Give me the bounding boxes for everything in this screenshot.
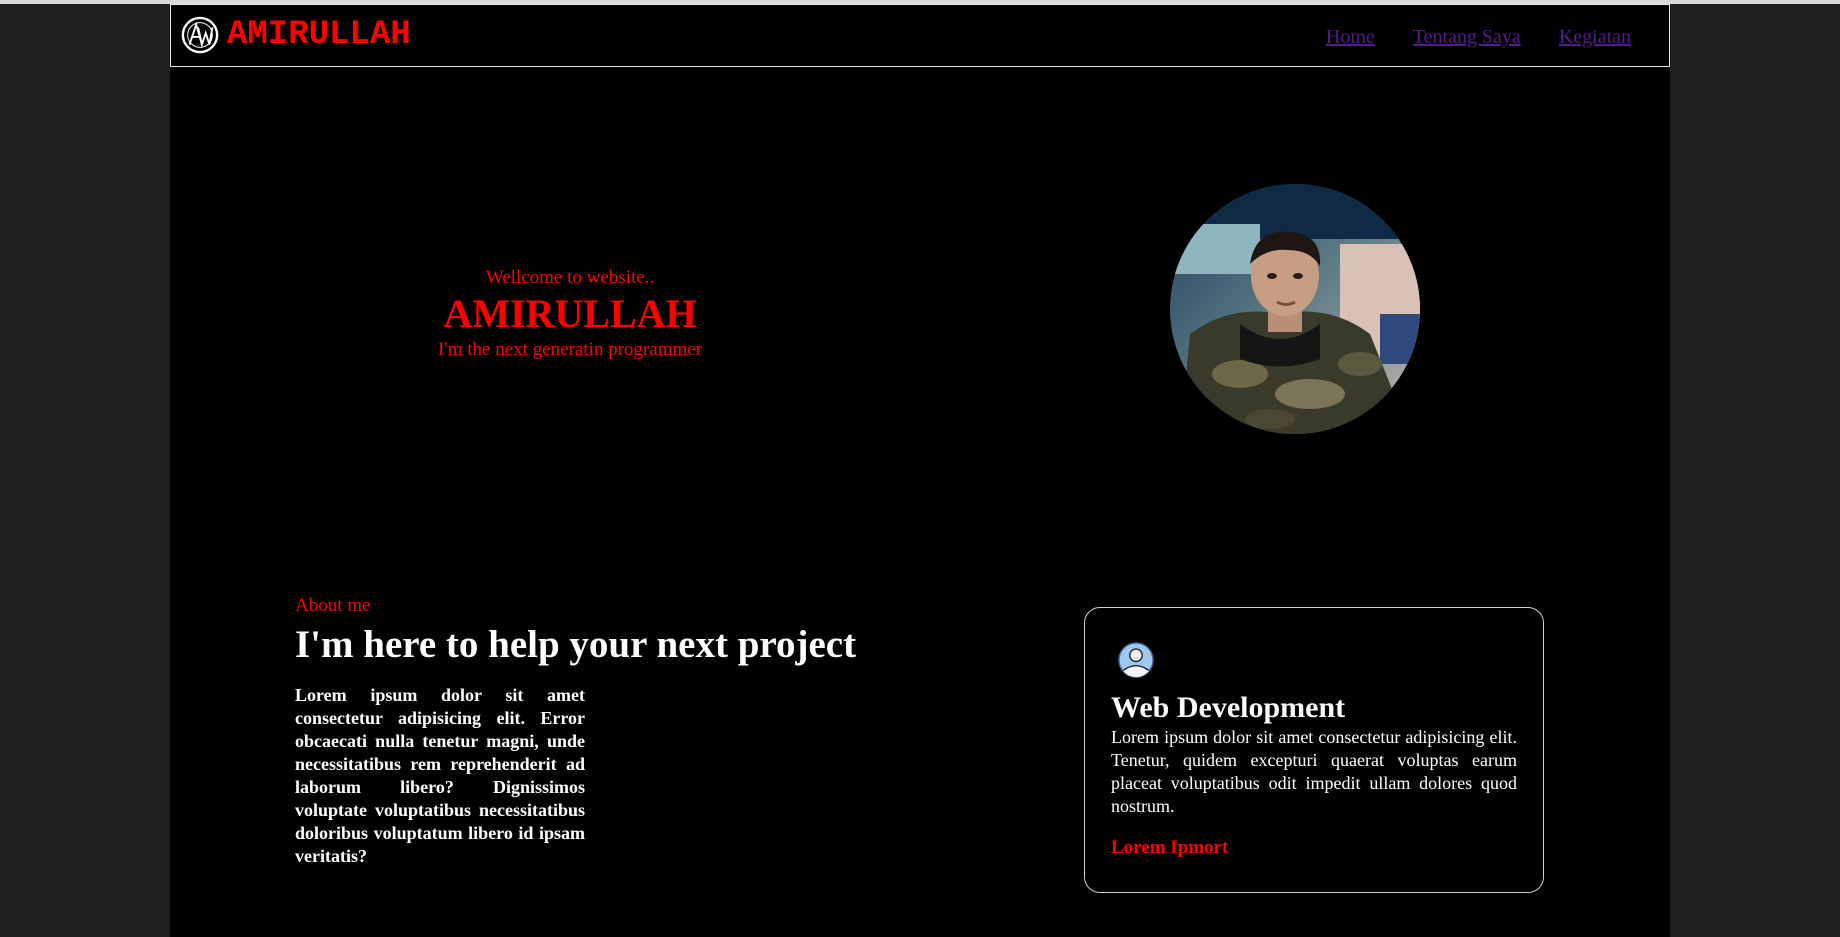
nav-link-tentang-saya[interactable]: Tentang Saya xyxy=(1413,25,1521,49)
service-card: Web Development Lorem ipsum dolor sit am… xyxy=(1084,607,1544,893)
nav-link-home[interactable]: Home xyxy=(1326,25,1375,49)
service-description: Lorem ipsum dolor sit amet consectetur a… xyxy=(1111,727,1517,816)
hero-name: AMIRULLAH xyxy=(443,291,697,336)
nav-link-kegiatan[interactable]: Kegiatan xyxy=(1559,25,1631,49)
brand-name: AMIRULLAH xyxy=(227,16,411,54)
user-icon xyxy=(1118,642,1154,678)
page: AMIRULLAH Home Tentang Saya Kegiatan Wel… xyxy=(170,4,1670,937)
nav-links: Home Tentang Saya Kegiatan xyxy=(1326,25,1631,49)
about-kicker: About me xyxy=(295,595,371,616)
hero-welcome: Wellcome to website.. xyxy=(485,267,655,288)
aw-monogram-icon xyxy=(181,16,219,54)
about-description: Lorem ipsum dolor sit amet consectetur a… xyxy=(295,685,585,866)
hero-text: Wellcome to website.. AMIRULLAH I'm the … xyxy=(410,266,730,362)
service-title: Web Development xyxy=(1111,691,1346,724)
about-title: I'm here to help your next project xyxy=(295,623,857,666)
navbar: AMIRULLAH Home Tentang Saya Kegiatan xyxy=(170,4,1670,67)
service-link[interactable]: Lorem Ipmort xyxy=(1111,836,1228,860)
brand[interactable]: AMIRULLAH xyxy=(181,16,411,54)
hero-tagline: I'm the next generatin programmer xyxy=(437,339,703,360)
profile-photo xyxy=(1170,184,1420,434)
